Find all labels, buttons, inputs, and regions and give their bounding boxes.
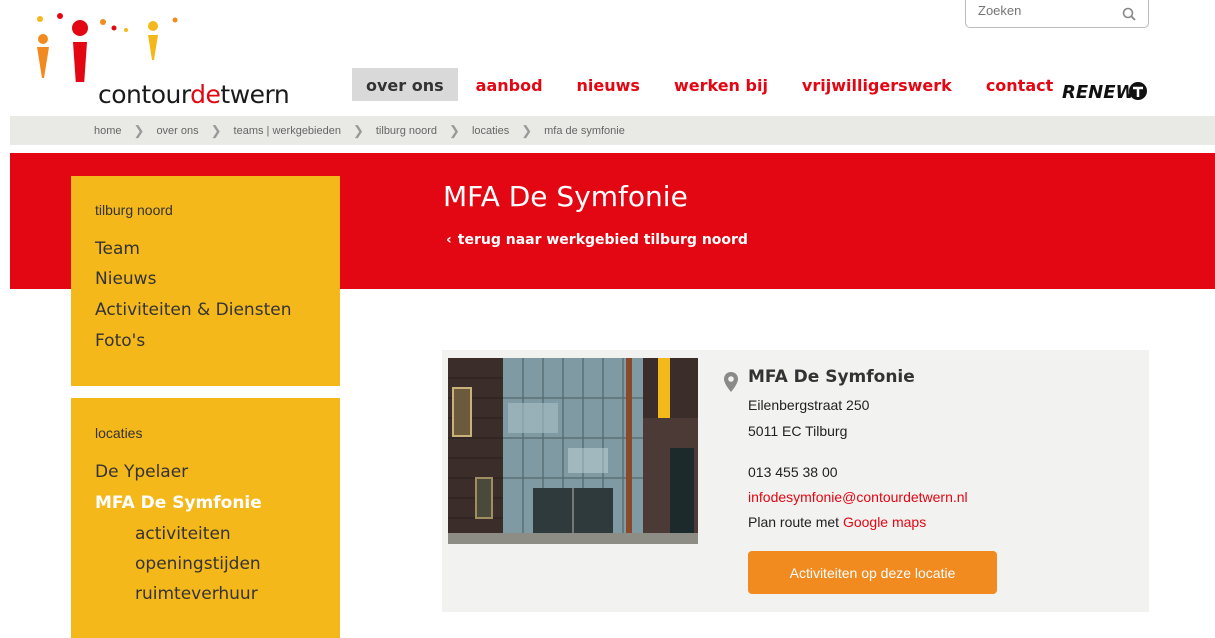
breadcrumb-teams[interactable]: teams | werkgebieden xyxy=(234,125,341,137)
sidebar-sublink-ruimteverhuur[interactable]: ruimteverhuur xyxy=(135,584,258,604)
nav-item-over-ons[interactable]: over ons xyxy=(352,68,458,101)
logo-wordmark: contourdetwern xyxy=(98,80,290,109)
breadcrumb-home[interactable]: home xyxy=(94,125,122,137)
nav-item-nieuws[interactable]: nieuws xyxy=(577,68,640,101)
search-box xyxy=(965,0,1149,28)
chevron-right-icon: ❯ xyxy=(210,122,222,138)
breadcrumb-locaties[interactable]: locaties xyxy=(472,125,509,137)
nav-item-vrijwilligerswerk[interactable]: vrijwilligerswerk xyxy=(802,68,952,101)
chevron-right-icon: ❯ xyxy=(449,122,460,138)
breadcrumb-over-ons[interactable]: over ons xyxy=(156,125,198,137)
back-link-label: terug naar werkgebied tilburg noord xyxy=(457,232,748,248)
renew-logo-text: RENEW xyxy=(1062,82,1137,103)
sidebar-link-fotos[interactable]: Foto's xyxy=(95,331,145,351)
breadcrumb-tilburg-noord[interactable]: tilburg noord xyxy=(376,125,437,137)
breadcrumb: home ❯ over ons ❯ teams | werkgebieden ❯… xyxy=(10,116,1215,145)
location-photo xyxy=(448,358,698,544)
people-logo-icon xyxy=(37,13,178,82)
nav-item-werken-bij[interactable]: werken bij xyxy=(674,68,768,101)
location-phone: 013 455 38 00 xyxy=(748,464,838,480)
page-title: MFA De Symfonie xyxy=(443,180,688,213)
nav-item-contact[interactable]: contact xyxy=(986,68,1053,101)
sidebar-link-team[interactable]: Team xyxy=(95,239,140,259)
sidebar-location-mfa-de-symfonie[interactable]: MFA De Symfonie xyxy=(95,493,262,513)
location-name: MFA De Symfonie xyxy=(748,367,915,387)
back-link[interactable]: ‹ terug naar werkgebied tilburg noord xyxy=(446,232,748,248)
chevron-right-icon: ❯ xyxy=(133,122,145,138)
chevron-right-icon: ❯ xyxy=(352,122,364,138)
search-input[interactable] xyxy=(966,0,1106,27)
location-activities-button[interactable]: Activiteiten op deze locatie xyxy=(748,551,997,594)
sidebar-locations-box: locaties De Ypelaer MFA De Symfonie acti… xyxy=(71,398,340,638)
renew-logo[interactable]: RENEW xyxy=(1062,78,1152,106)
sidebar-area-heading: tilburg noord xyxy=(95,202,173,218)
sidebar-link-activiteiten-diensten[interactable]: Activiteiten & Diensten xyxy=(95,300,291,320)
chevron-left-icon: ‹ xyxy=(446,232,452,248)
route-prefix: Plan route met xyxy=(748,514,840,530)
site-logo[interactable]: contourdetwern xyxy=(30,12,320,109)
nav-item-aanbod[interactable]: aanbod xyxy=(476,68,543,101)
main-nav: over ons aanbod nieuws werken bij vrijwi… xyxy=(352,68,1087,101)
sidebar-link-nieuws[interactable]: Nieuws xyxy=(95,269,156,289)
sidebar-sublink-activiteiten[interactable]: activiteiten xyxy=(135,524,231,544)
location-postal-city: 5011 EC Tilburg xyxy=(748,423,848,439)
chevron-right-icon: ❯ xyxy=(521,122,533,138)
google-maps-link[interactable]: Google maps xyxy=(843,514,926,530)
sidebar-sublink-openingstijden[interactable]: openingstijden xyxy=(135,554,261,574)
search-icon[interactable] xyxy=(1122,7,1136,21)
map-pin-icon xyxy=(724,372,738,392)
location-email-link[interactable]: infodesymfonie@contourdetwern.nl xyxy=(748,489,968,505)
sidebar-area-box: tilburg noord Team Nieuws Activiteiten &… xyxy=(71,176,340,386)
location-street: Eilenbergstraat 250 xyxy=(748,397,870,413)
sidebar-location-de-ypelaer[interactable]: De Ypelaer xyxy=(95,462,188,482)
location-email-line: infodesymfonie@contourdetwern.nl xyxy=(748,489,968,505)
breadcrumb-current: mfa de symfonie xyxy=(544,124,625,137)
location-route-line: Plan route met Google maps xyxy=(748,514,926,530)
sidebar-locations-heading: locaties xyxy=(95,425,143,441)
